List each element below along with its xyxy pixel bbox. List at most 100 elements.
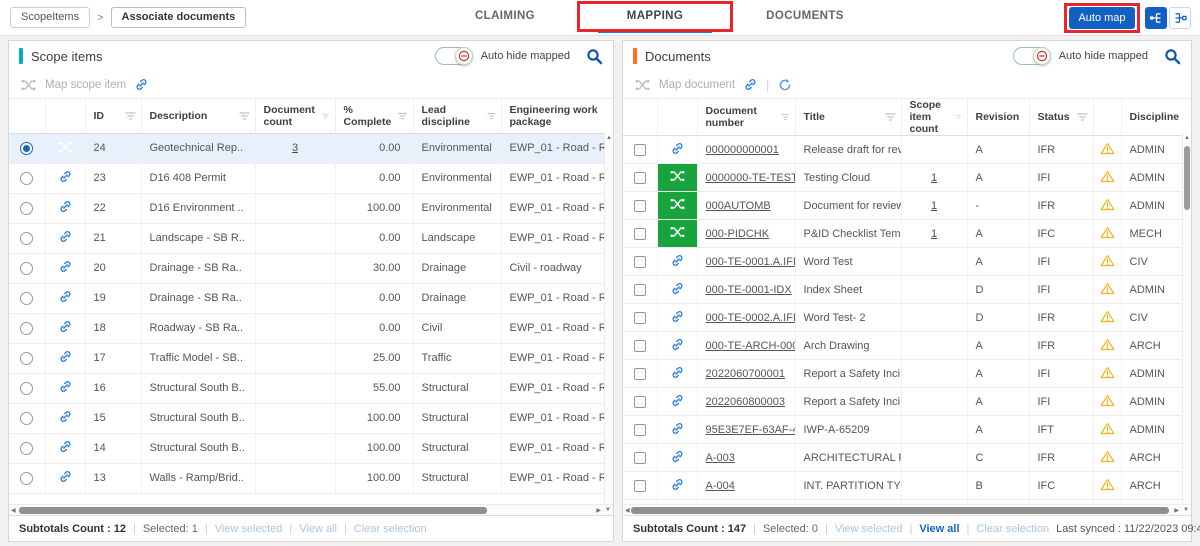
map-link-cell[interactable] [45, 373, 85, 403]
row-radio-cell[interactable] [9, 223, 45, 253]
document-number-link[interactable]: 2022060700001 [706, 368, 786, 380]
table-row[interactable]: 2022060800003Report a Safety Inci..AIFIA… [623, 388, 1191, 416]
clear-selection-link[interactable]: Clear selection [976, 523, 1049, 535]
search-icon[interactable] [1164, 48, 1181, 65]
row-radio-cell[interactable] [9, 163, 45, 193]
search-icon[interactable] [586, 48, 603, 65]
refresh-icon[interactable] [778, 78, 792, 92]
table-row[interactable]: 000-TE-ARCH-0001Arch DrawingAIFRARCH [623, 332, 1191, 360]
filter-icon[interactable] [322, 111, 329, 121]
document-number-link[interactable]: A-003 [706, 452, 735, 464]
map-link-cell[interactable] [657, 304, 697, 332]
table-row[interactable]: 000000000001Release draft for rev..AIFRA… [623, 136, 1191, 164]
row-radio-cell[interactable] [9, 463, 45, 493]
scrollbar-thumb[interactable] [631, 507, 1169, 514]
mapped-indicator-cell[interactable] [657, 220, 697, 248]
row-checkbox-cell[interactable] [623, 220, 657, 248]
table-row[interactable]: 2022060700001Report a Safety Inci..AIFIA… [623, 360, 1191, 388]
scrollbar-thumb[interactable] [19, 507, 487, 514]
table-row[interactable]: 19Drainage - SB Ra..0.00DrainageEWP_01 -… [9, 283, 613, 313]
table-row[interactable]: 20Drainage - SB Ra..30.00DrainageCivil -… [9, 253, 613, 283]
row-radio-cell[interactable] [9, 433, 45, 463]
row-radio-cell[interactable] [9, 403, 45, 433]
table-row[interactable]: 000-TE-0002.A.IFIWord Test- 2DIFRCIV [623, 304, 1191, 332]
table-row[interactable]: A-003ARCHITECTURAL P..CIFRARCH [623, 444, 1191, 472]
map-link-cell[interactable] [657, 360, 697, 388]
link-icon[interactable] [744, 78, 757, 91]
map-link-cell[interactable] [45, 313, 85, 343]
filter-icon[interactable] [956, 112, 961, 122]
view-selected-link[interactable]: View selected [835, 523, 903, 535]
table-row[interactable]: 17Traffic Model - SB..25.00TrafficEWP_01… [9, 343, 613, 373]
document-number-link[interactable]: 000-PIDCHK [706, 228, 770, 240]
table-row[interactable]: 15Structural South B..100.00StructuralEW… [9, 403, 613, 433]
row-radio-cell[interactable] [9, 193, 45, 223]
map-link-cell[interactable] [45, 253, 85, 283]
map-link-cell[interactable] [45, 433, 85, 463]
document-number-link[interactable]: 000-TE-0001.A.IFI [706, 256, 796, 268]
filter-icon[interactable] [487, 111, 496, 121]
map-link-cell[interactable] [657, 248, 697, 276]
map-link-cell[interactable] [45, 193, 85, 223]
map-direction-left-button[interactable] [1145, 7, 1167, 29]
table-row[interactable]: 18Roadway - SB Ra..0.00CivilEWP_01 - Roa… [9, 313, 613, 343]
filter-icon[interactable] [1077, 112, 1088, 122]
row-checkbox-cell[interactable] [623, 248, 657, 276]
filter-icon[interactable] [125, 111, 136, 121]
map-link-cell[interactable] [45, 463, 85, 493]
scope-item-count-link[interactable]: 1 [931, 228, 937, 240]
table-row[interactable]: 000AUTOMBDocument for review1-IFRADMIN [623, 192, 1191, 220]
table-row[interactable]: 0000000-TE-TESTTesting Cloud1AIFIADMIN [623, 164, 1191, 192]
row-checkbox-cell[interactable] [623, 136, 657, 164]
auto-hide-mapped-toggle[interactable] [1013, 47, 1051, 65]
view-all-link[interactable]: View all [299, 523, 337, 535]
map-scope-item-button[interactable]: Map scope item [45, 79, 126, 91]
table-row[interactable]: 000-TE-0001.A.IFIWord TestAIFICIV [623, 248, 1191, 276]
map-link-cell[interactable] [657, 276, 697, 304]
horizontal-scrollbar[interactable]: ◀ ▶ ▼ [623, 504, 1191, 515]
row-checkbox-cell[interactable] [623, 388, 657, 416]
map-link-cell[interactable] [45, 163, 85, 193]
filter-icon[interactable] [781, 112, 790, 122]
document-number-link[interactable]: 000-TE-0001-IDX [706, 284, 792, 296]
mapped-indicator-cell[interactable] [657, 164, 697, 192]
document-number-link[interactable]: 95E3E7EF-63AF-40.. [706, 424, 796, 436]
map-link-cell[interactable] [657, 136, 697, 164]
map-link-cell[interactable] [45, 283, 85, 313]
map-link-cell[interactable] [657, 416, 697, 444]
scroll-up-icon[interactable]: ▲ [605, 133, 613, 143]
table-row[interactable]: 23D16 408 Permit0.00EnvironmentalEWP_01 … [9, 163, 613, 193]
row-radio-cell[interactable] [9, 373, 45, 403]
horizontal-scrollbar[interactable]: ◀ ▶ ▼ [9, 504, 613, 515]
map-direction-right-button[interactable] [1169, 7, 1191, 29]
auto-map-button[interactable]: Auto map [1069, 7, 1135, 29]
row-radio-cell[interactable] [9, 343, 45, 373]
table-row[interactable]: 14Structural South B..100.00StructuralEW… [9, 433, 613, 463]
link-icon[interactable] [135, 78, 148, 91]
row-radio-cell[interactable] [9, 313, 45, 343]
scrollbar-thumb[interactable] [1184, 146, 1190, 210]
document-count-link[interactable]: 3 [292, 142, 298, 154]
map-document-button[interactable]: Map document [659, 79, 735, 91]
row-radio-cell[interactable] [9, 253, 45, 283]
map-link-cell[interactable] [45, 343, 85, 373]
filter-icon[interactable] [398, 111, 407, 121]
scope-item-count-link[interactable]: 1 [931, 172, 937, 184]
mapped-indicator-cell[interactable] [45, 133, 85, 163]
row-checkbox-cell[interactable] [623, 192, 657, 220]
document-number-link[interactable]: 000-TE-ARCH-0001 [706, 340, 796, 352]
filter-icon[interactable] [239, 111, 250, 121]
tab-mapping[interactable]: MAPPING [580, 0, 730, 35]
row-checkbox-cell[interactable] [623, 360, 657, 388]
document-number-link[interactable]: A-004 [706, 480, 735, 492]
table-row[interactable]: 22D16 Environment ..100.00EnvironmentalE… [9, 193, 613, 223]
map-link-cell[interactable] [657, 472, 697, 500]
scope-item-count-link[interactable]: 1 [931, 200, 937, 212]
scroll-down-icon[interactable]: ▼ [1183, 507, 1189, 513]
row-checkbox-cell[interactable] [623, 444, 657, 472]
scroll-up-icon[interactable]: ▲ [1183, 133, 1191, 143]
table-row[interactable]: 95E3E7EF-63AF-40..IWP-A-65209AIFTADMIN [623, 416, 1191, 444]
view-selected-link[interactable]: View selected [215, 523, 283, 535]
scroll-down-icon[interactable]: ▼ [605, 507, 611, 513]
vertical-scrollbar[interactable]: ▲ [604, 133, 613, 504]
